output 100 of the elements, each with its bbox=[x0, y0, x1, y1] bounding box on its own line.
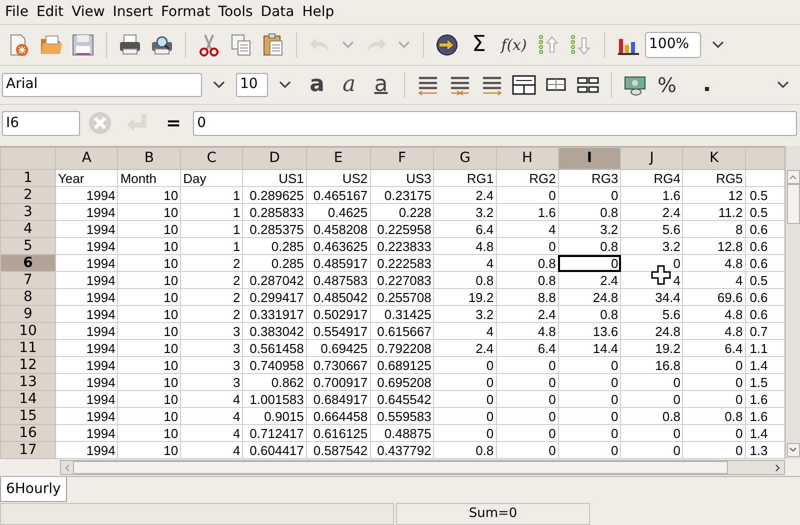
underline-button[interactable]: a bbox=[366, 70, 396, 100]
table-cell: 0.458208 bbox=[306, 220, 370, 238]
table-cell: 0 bbox=[620, 390, 683, 408]
row-header[interactable]: 11 bbox=[0, 340, 56, 357]
merge-cells-icon[interactable] bbox=[512, 72, 536, 97]
font-name-field[interactable]: Arial bbox=[2, 72, 202, 97]
row-header[interactable]: 13 bbox=[0, 374, 56, 391]
table-cell: 4 bbox=[682, 272, 746, 289]
formula-input-field[interactable]: 0 bbox=[193, 110, 797, 136]
column-header[interactable]: H bbox=[496, 148, 558, 170]
sort-descending-icon[interactable] bbox=[569, 32, 593, 57]
column-header[interactable]: D bbox=[242, 148, 306, 170]
table-cell: 4 bbox=[180, 442, 243, 459]
table-cell: 3.2 bbox=[434, 306, 496, 323]
italic-button[interactable]: a bbox=[334, 70, 364, 100]
column-header[interactable]: F bbox=[370, 148, 434, 170]
row-header[interactable]: 4 bbox=[0, 220, 56, 238]
zoom-field[interactable]: 100% bbox=[645, 32, 701, 58]
table-cell: 10 bbox=[118, 374, 181, 391]
row-header[interactable]: 6 bbox=[0, 254, 56, 272]
equals-sign[interactable]: = bbox=[166, 110, 182, 137]
menu-item[interactable]: File bbox=[1, 0, 32, 24]
table-cell: 0.285 bbox=[242, 254, 306, 272]
row-header[interactable]: 5 bbox=[0, 238, 56, 255]
table-cell: 19.2 bbox=[434, 288, 496, 306]
scroll-right-icon[interactable] bbox=[775, 464, 781, 472]
column-header[interactable]: I bbox=[558, 148, 621, 170]
row-header[interactable]: 16 bbox=[0, 424, 56, 442]
menu-item[interactable]: Insert bbox=[108, 0, 157, 24]
column-header[interactable]: K bbox=[682, 148, 746, 170]
table-cell: 0.5 bbox=[745, 186, 784, 204]
scrollbar-thumb[interactable] bbox=[73, 461, 728, 474]
table-cell: 0.792208 bbox=[370, 340, 434, 357]
row-header[interactable]: 1 bbox=[0, 170, 56, 187]
table-cell: 0 bbox=[434, 408, 496, 425]
table-cell: 4 bbox=[180, 390, 243, 408]
column-header[interactable]: B bbox=[118, 148, 181, 170]
table-cell: 0.664458 bbox=[306, 408, 370, 425]
row-header[interactable]: 3 bbox=[0, 204, 56, 221]
table-cell: 1 bbox=[180, 238, 243, 255]
column-header[interactable]: J bbox=[620, 148, 683, 170]
sheet-tab[interactable]: 6Hourly bbox=[0, 477, 67, 502]
table-cell: 3 bbox=[180, 356, 243, 374]
font-size-field[interactable]: 10 bbox=[236, 72, 268, 97]
table-cell: 0 bbox=[496, 186, 558, 204]
menu-item[interactable]: Edit bbox=[32, 0, 68, 24]
menu-item[interactable]: Tools bbox=[214, 0, 257, 24]
scrollbar-thumb[interactable] bbox=[786, 184, 800, 224]
menu-item[interactable]: Format bbox=[156, 0, 214, 24]
table-cell: 4.8 bbox=[496, 322, 558, 340]
sum-button[interactable]: Σ bbox=[464, 30, 494, 60]
copy-icon[interactable] bbox=[229, 32, 253, 57]
scroll-down-icon[interactable] bbox=[789, 447, 797, 454]
table-cell: 1994 bbox=[55, 356, 118, 374]
table-cell: 2 bbox=[180, 272, 243, 289]
function-wizard-button[interactable]: f(x) bbox=[496, 30, 532, 60]
row-header[interactable]: 9 bbox=[0, 306, 56, 323]
table-cell: 1.1 bbox=[745, 340, 784, 357]
table-cell: 2.4 bbox=[434, 186, 496, 204]
table-cell: 10 bbox=[118, 238, 181, 255]
printer-icon[interactable] bbox=[118, 32, 142, 57]
menu-item[interactable]: Help bbox=[298, 0, 338, 24]
column-header[interactable]: C bbox=[180, 148, 243, 170]
table-cell: 2.4 bbox=[558, 272, 621, 289]
table-cell: 0.225958 bbox=[370, 220, 434, 238]
column-header[interactable]: E bbox=[306, 148, 370, 170]
menu-item[interactable]: View bbox=[68, 0, 109, 24]
sort-ascending-icon[interactable] bbox=[537, 32, 561, 57]
table-cell: US3 bbox=[370, 170, 434, 187]
table-cell: 0.222583 bbox=[370, 254, 434, 272]
table-cell: 0.383042 bbox=[242, 322, 306, 340]
table-cell: 4 bbox=[434, 322, 496, 340]
table-cell: 0 bbox=[434, 424, 496, 442]
menu-item[interactable]: Data bbox=[256, 0, 298, 24]
row-header[interactable]: 10 bbox=[0, 322, 56, 340]
folder-icon[interactable] bbox=[39, 32, 63, 57]
table-cell: 4 bbox=[496, 220, 558, 238]
scroll-up-icon[interactable] bbox=[789, 174, 797, 180]
row-header[interactable]: 8 bbox=[0, 288, 56, 306]
table-cell: 2.4 bbox=[434, 340, 496, 357]
table-cell: 5.6 bbox=[620, 220, 683, 238]
cell-reference-field[interactable]: I6 bbox=[2, 110, 80, 136]
row-header[interactable]: 7 bbox=[0, 272, 56, 289]
vertical-scrollbar[interactable] bbox=[785, 146, 800, 460]
table-cell: 1.5 bbox=[745, 374, 784, 391]
column-header[interactable]: G bbox=[434, 148, 496, 170]
bold-button[interactable]: a bbox=[302, 70, 332, 100]
table-cell: 1994 bbox=[55, 340, 118, 357]
clipboard-icon[interactable] bbox=[261, 32, 285, 57]
horizontal-scrollbar[interactable] bbox=[60, 460, 785, 476]
row-header[interactable]: 2 bbox=[0, 186, 56, 204]
column-header[interactable]: A bbox=[55, 148, 118, 170]
row-header[interactable]: 15 bbox=[0, 408, 56, 425]
scissors-icon[interactable] bbox=[197, 32, 221, 57]
percent-button[interactable]: % bbox=[652, 70, 682, 100]
row-header[interactable]: 17 bbox=[0, 442, 56, 459]
row-header[interactable]: 14 bbox=[0, 390, 56, 408]
table-cell: US2 bbox=[306, 170, 370, 187]
selected-cell[interactable]: 0 bbox=[558, 254, 621, 272]
row-header[interactable]: 12 bbox=[0, 356, 56, 374]
